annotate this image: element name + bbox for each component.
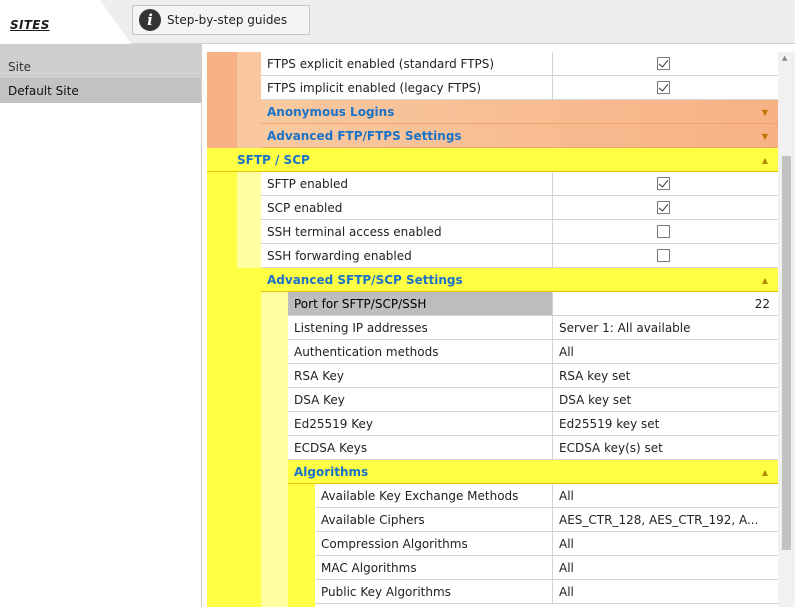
property-row[interactable]: SSH forwarding enabled [207, 244, 778, 268]
top-tab-bar: SITES i Step-by-step guides [0, 0, 795, 45]
step-by-step-guides-button[interactable]: i Step-by-step guides [132, 5, 310, 35]
section-label: Advanced FTP/FTPS Settings [267, 128, 462, 143]
property-value[interactable]: Ed25519 key set [553, 412, 778, 436]
property-row[interactable]: Listening IP addresses Server 1: All ava… [207, 316, 778, 340]
section-advanced-ftp-ftps-settings[interactable]: Advanced FTP/FTPS Settings ▼ [261, 124, 778, 148]
property-value[interactable]: Server 1: All available [553, 316, 778, 340]
property-label: Port for SFTP/SCP/SSH [288, 292, 553, 316]
section-label: SFTP / SCP [237, 152, 310, 167]
property-label: SCP enabled [261, 196, 553, 220]
property-value[interactable] [553, 220, 778, 244]
property-row[interactable]: MAC Algorithms All [207, 556, 778, 580]
property-row[interactable]: Available Ciphers AES_CTR_128, AES_CTR_1… [207, 508, 778, 532]
ftps-subgroup-band [237, 100, 261, 148]
ftps-explicit-checkbox[interactable] [657, 57, 670, 70]
property-label: Public Key Algorithms [315, 580, 553, 604]
section-algorithms[interactable]: Algorithms ▲ [288, 460, 778, 484]
property-label: FTPS implicit enabled (legacy FTPS) [261, 76, 553, 100]
property-row[interactable]: Compression Algorithms All [207, 532, 778, 556]
property-row[interactable]: FTPS implicit enabled (legacy FTPS) [207, 76, 778, 100]
property-label: Authentication methods [288, 340, 553, 364]
property-label: SSH terminal access enabled [261, 220, 553, 244]
property-value[interactable] [553, 244, 778, 268]
section-label: Advanced SFTP/SCP Settings [267, 272, 463, 287]
sftp-subgroup-band [237, 172, 261, 268]
settings-property-grid: FTPS explicit enabled (standard FTPS) FT… [207, 52, 778, 607]
scp-enabled-checkbox[interactable] [657, 201, 670, 214]
property-row[interactable]: Public Key Algorithms All [207, 580, 778, 604]
property-row[interactable]: DSA Key DSA key set [207, 388, 778, 412]
chevron-down-icon[interactable]: ▼ [762, 124, 768, 148]
property-row[interactable]: Authentication methods All [207, 340, 778, 364]
property-row[interactable]: SSH terminal access enabled [207, 220, 778, 244]
property-label: FTPS explicit enabled (standard FTPS) [261, 52, 553, 76]
site-list: Site Default Site [0, 44, 202, 607]
step-by-step-guides-label: Step-by-step guides [167, 13, 288, 27]
section-label: Algorithms [294, 464, 369, 479]
chevron-down-icon[interactable]: ▼ [762, 100, 768, 124]
tab-sites[interactable]: SITES [0, 0, 132, 45]
property-row[interactable]: ECDSA Keys ECDSA key(s) set [207, 436, 778, 460]
property-value[interactable]: 22 [553, 292, 778, 316]
property-value[interactable]: AES_CTR_128, AES_CTR_192, A... [553, 508, 778, 532]
section-advanced-sftp-scp-settings[interactable]: Advanced SFTP/SCP Settings ▲ [261, 268, 778, 292]
property-value[interactable]: All [553, 340, 778, 364]
property-row[interactable]: SCP enabled [207, 196, 778, 220]
tab-sites-label: SITES [10, 18, 50, 32]
property-label: SSH forwarding enabled [261, 244, 553, 268]
section-sftp-scp[interactable]: SFTP / SCP ▲ [207, 148, 778, 172]
property-value[interactable]: ECDSA key(s) set [553, 436, 778, 460]
property-value[interactable]: All [553, 556, 778, 580]
property-value[interactable]: All [553, 580, 778, 604]
vertical-scrollbar[interactable]: ▲ [778, 52, 795, 607]
ftps-implicit-checkbox[interactable] [657, 81, 670, 94]
property-label: Listening IP addresses [288, 316, 553, 340]
scrollbar-thumb[interactable] [782, 156, 791, 550]
info-icon: i [139, 9, 161, 31]
property-row[interactable]: Port for SFTP/SCP/SSH 22 [207, 292, 778, 316]
property-value[interactable] [553, 76, 778, 100]
chevron-up-icon[interactable]: ▲ [762, 148, 768, 172]
property-label: RSA Key [288, 364, 553, 388]
property-label: SFTP enabled [261, 172, 553, 196]
chevron-up-icon[interactable]: ▲ [762, 268, 768, 292]
property-value[interactable]: All [553, 532, 778, 556]
property-value[interactable]: RSA key set [553, 364, 778, 388]
scroll-up-icon[interactable]: ▲ [782, 54, 787, 62]
property-label: Available Key Exchange Methods [315, 484, 553, 508]
chevron-up-icon[interactable]: ▲ [762, 460, 768, 484]
property-row[interactable]: Available Key Exchange Methods All [207, 484, 778, 508]
ssh-terminal-checkbox[interactable] [657, 225, 670, 238]
section-anonymous-logins[interactable]: Anonymous Logins ▼ [261, 100, 778, 124]
property-label: ECDSA Keys [288, 436, 553, 460]
property-row[interactable]: Ed25519 Key Ed25519 key set [207, 412, 778, 436]
property-value[interactable] [553, 196, 778, 220]
section-label: Anonymous Logins [267, 104, 395, 119]
property-label: Ed25519 Key [288, 412, 553, 436]
site-list-header[interactable]: Site [0, 44, 201, 79]
property-row[interactable]: SFTP enabled [207, 172, 778, 196]
property-label: MAC Algorithms [315, 556, 553, 580]
property-value[interactable]: All [553, 484, 778, 508]
property-row[interactable]: FTPS explicit enabled (standard FTPS) [207, 52, 778, 76]
property-label: DSA Key [288, 388, 553, 412]
property-value[interactable] [553, 52, 778, 76]
property-row[interactable]: RSA Key RSA key set [207, 364, 778, 388]
property-value[interactable] [553, 172, 778, 196]
ssh-forwarding-checkbox[interactable] [657, 249, 670, 262]
sftp-enabled-checkbox[interactable] [657, 177, 670, 190]
property-value[interactable]: DSA key set [553, 388, 778, 412]
site-list-item-default-site[interactable]: Default Site [0, 79, 201, 103]
property-label: Compression Algorithms [315, 532, 553, 556]
property-label: Available Ciphers [315, 508, 553, 532]
